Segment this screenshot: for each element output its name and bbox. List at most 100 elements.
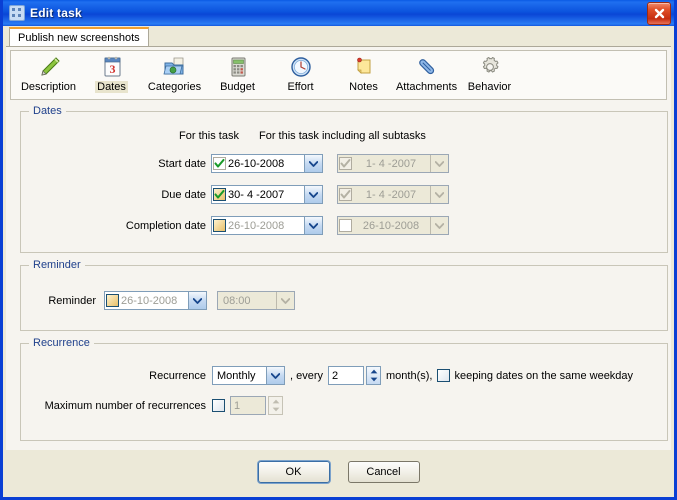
stepper-down-icon <box>269 406 282 415</box>
title-bar: Edit task <box>3 0 674 26</box>
unit-label: month(s), <box>386 370 432 382</box>
completion-date-task-value: 26-10-2008 <box>227 220 304 232</box>
dates-group: Dates For this task For this task includ… <box>20 111 668 253</box>
task-window-icon <box>9 5 25 21</box>
dialog-button-bar: OK Cancel <box>6 450 671 494</box>
reminder-date-field[interactable]: 26-10-2008 <box>104 291 207 310</box>
row-label: Due date <box>21 189 206 201</box>
chevron-down-icon <box>430 217 448 234</box>
reminder-group: Reminder Reminder 26-10-2008 08:00 <box>20 265 668 331</box>
completion-date-subtasks-value: 26-10-2008 <box>353 220 430 232</box>
toolbar-item-effort[interactable]: Effort <box>269 51 332 99</box>
tab-strip: Publish new screenshots <box>3 26 674 46</box>
gear-icon <box>477 54 503 80</box>
start-date-task-checkbox[interactable] <box>213 157 226 170</box>
column-header-subtasks: For this task including all subtasks <box>259 130 426 142</box>
window-title: Edit task <box>30 6 82 20</box>
reminder-checkbox[interactable] <box>106 294 119 307</box>
toolbar-item-description[interactable]: Description <box>17 51 80 99</box>
toolbar-label: Behavior <box>466 81 513 93</box>
stepper-up-icon <box>269 397 282 406</box>
chevron-down-icon[interactable] <box>304 155 322 172</box>
recurrence-mode-value: Monthly <box>213 370 266 382</box>
completion-date-task-checkbox[interactable] <box>213 219 226 232</box>
start-date-subtasks-field: 1- 4 -2007 <box>337 154 449 173</box>
completion-date-task-field[interactable]: 26-10-2008 <box>211 216 323 235</box>
max-recurrences-stepper <box>268 396 283 415</box>
toolbar-item-attachments[interactable]: Attachments <box>395 51 458 99</box>
toolbar-label: Categories <box>146 81 203 93</box>
toolbar-label: Dates <box>95 81 128 93</box>
recurrence-label: Recurrence <box>21 370 206 382</box>
chevron-down-icon[interactable] <box>266 367 284 384</box>
row-reminder: Reminder 26-10-2008 08:00 <box>21 291 295 310</box>
start-date-subtasks-checkbox <box>339 157 352 170</box>
chevron-down-icon[interactable] <box>304 186 322 203</box>
calendar-icon: 3 <box>99 54 125 80</box>
recurrence-group: Recurrence Recurrence Monthly , every 2 <box>20 343 668 441</box>
folder-icon <box>162 54 188 80</box>
ok-button[interactable]: OK <box>258 461 330 483</box>
start-date-task-value: 26-10-2008 <box>227 158 304 170</box>
max-recurrences-checkbox[interactable] <box>212 399 225 412</box>
toolbar-item-budget[interactable]: Budget <box>206 51 269 99</box>
reminder-label: Reminder <box>21 295 96 307</box>
row-label: Start date <box>21 158 206 170</box>
due-date-subtasks-checkbox <box>339 188 352 201</box>
stepper-down-icon[interactable] <box>367 376 380 385</box>
close-icon[interactable] <box>647 2 671 25</box>
clock-icon <box>288 54 314 80</box>
completion-date-subtasks-checkbox <box>339 219 352 232</box>
same-weekday-checkbox[interactable] <box>437 369 450 382</box>
tab-label: Publish new screenshots <box>18 32 140 44</box>
row-label: Completion date <box>21 220 206 232</box>
content-panel: Description 3 Dates <box>6 46 671 450</box>
toolbar-label: Attachments <box>394 81 459 93</box>
toolbar-item-notes[interactable]: Notes <box>332 51 395 99</box>
start-date-subtasks-value: 1- 4 -2007 <box>353 158 430 170</box>
chevron-down-icon <box>276 292 294 309</box>
due-date-task-field[interactable]: 30- 4 -2007 <box>211 185 323 204</box>
cancel-button[interactable]: Cancel <box>348 461 420 483</box>
tab-publish-new-screenshots[interactable]: Publish new screenshots <box>9 27 149 46</box>
recurrence-group-title: Recurrence <box>29 337 94 349</box>
toolbar-label: Notes <box>347 81 380 93</box>
max-recurrences-input: 1 <box>230 396 266 415</box>
due-date-subtasks-value: 1- 4 -2007 <box>353 189 430 201</box>
row-recurrence: Recurrence Monthly , every 2 <box>21 366 633 385</box>
reminder-time-value: 08:00 <box>218 295 276 307</box>
toolbar-label: Effort <box>285 81 315 93</box>
row-start-date: Start date 26-10-2008 1- 4 -2007 <box>21 154 449 173</box>
row-due-date: Due date 30- 4 -2007 1- 4 -2007 <box>21 185 449 204</box>
same-weekday-label: keeping dates on the same weekday <box>454 370 633 382</box>
row-completion-date: Completion date 26-10-2008 26-10-2008 <box>21 216 449 235</box>
start-date-task-field[interactable]: 26-10-2008 <box>211 154 323 173</box>
chevron-down-icon <box>430 186 448 203</box>
recurrence-every-input[interactable]: 2 <box>328 366 364 385</box>
chevron-down-icon[interactable] <box>188 292 206 309</box>
toolbar-item-dates[interactable]: 3 Dates <box>80 51 143 99</box>
due-date-task-checkbox[interactable] <box>213 188 226 201</box>
toolbar-label: Budget <box>218 81 257 93</box>
edit-task-window: Edit task Publish new screenshots <box>0 0 677 500</box>
every-label: , every <box>290 370 323 382</box>
toolbar-item-categories[interactable]: Categories <box>143 51 206 99</box>
reminder-date-value: 26-10-2008 <box>120 295 188 307</box>
chevron-down-icon <box>430 155 448 172</box>
svg-text:3: 3 <box>109 62 115 76</box>
note-icon <box>351 54 377 80</box>
stepper-up-icon[interactable] <box>367 367 380 376</box>
toolbar-item-behavior[interactable]: Behavior <box>458 51 521 99</box>
recurrence-every-stepper[interactable] <box>366 366 381 385</box>
reminder-group-title: Reminder <box>29 259 85 271</box>
chevron-down-icon[interactable] <box>304 217 322 234</box>
toolbar-label: Description <box>19 81 78 93</box>
due-date-task-value: 30- 4 -2007 <box>227 189 304 201</box>
column-header-task: For this task <box>166 130 252 142</box>
row-max-recurrences: Maximum number of recurrences 1 <box>21 396 283 415</box>
reminder-time-field: 08:00 <box>217 291 295 310</box>
pencil-icon <box>36 54 62 80</box>
recurrence-mode-select[interactable]: Monthly <box>212 366 285 385</box>
dates-group-title: Dates <box>29 105 66 117</box>
calculator-icon <box>225 54 251 80</box>
